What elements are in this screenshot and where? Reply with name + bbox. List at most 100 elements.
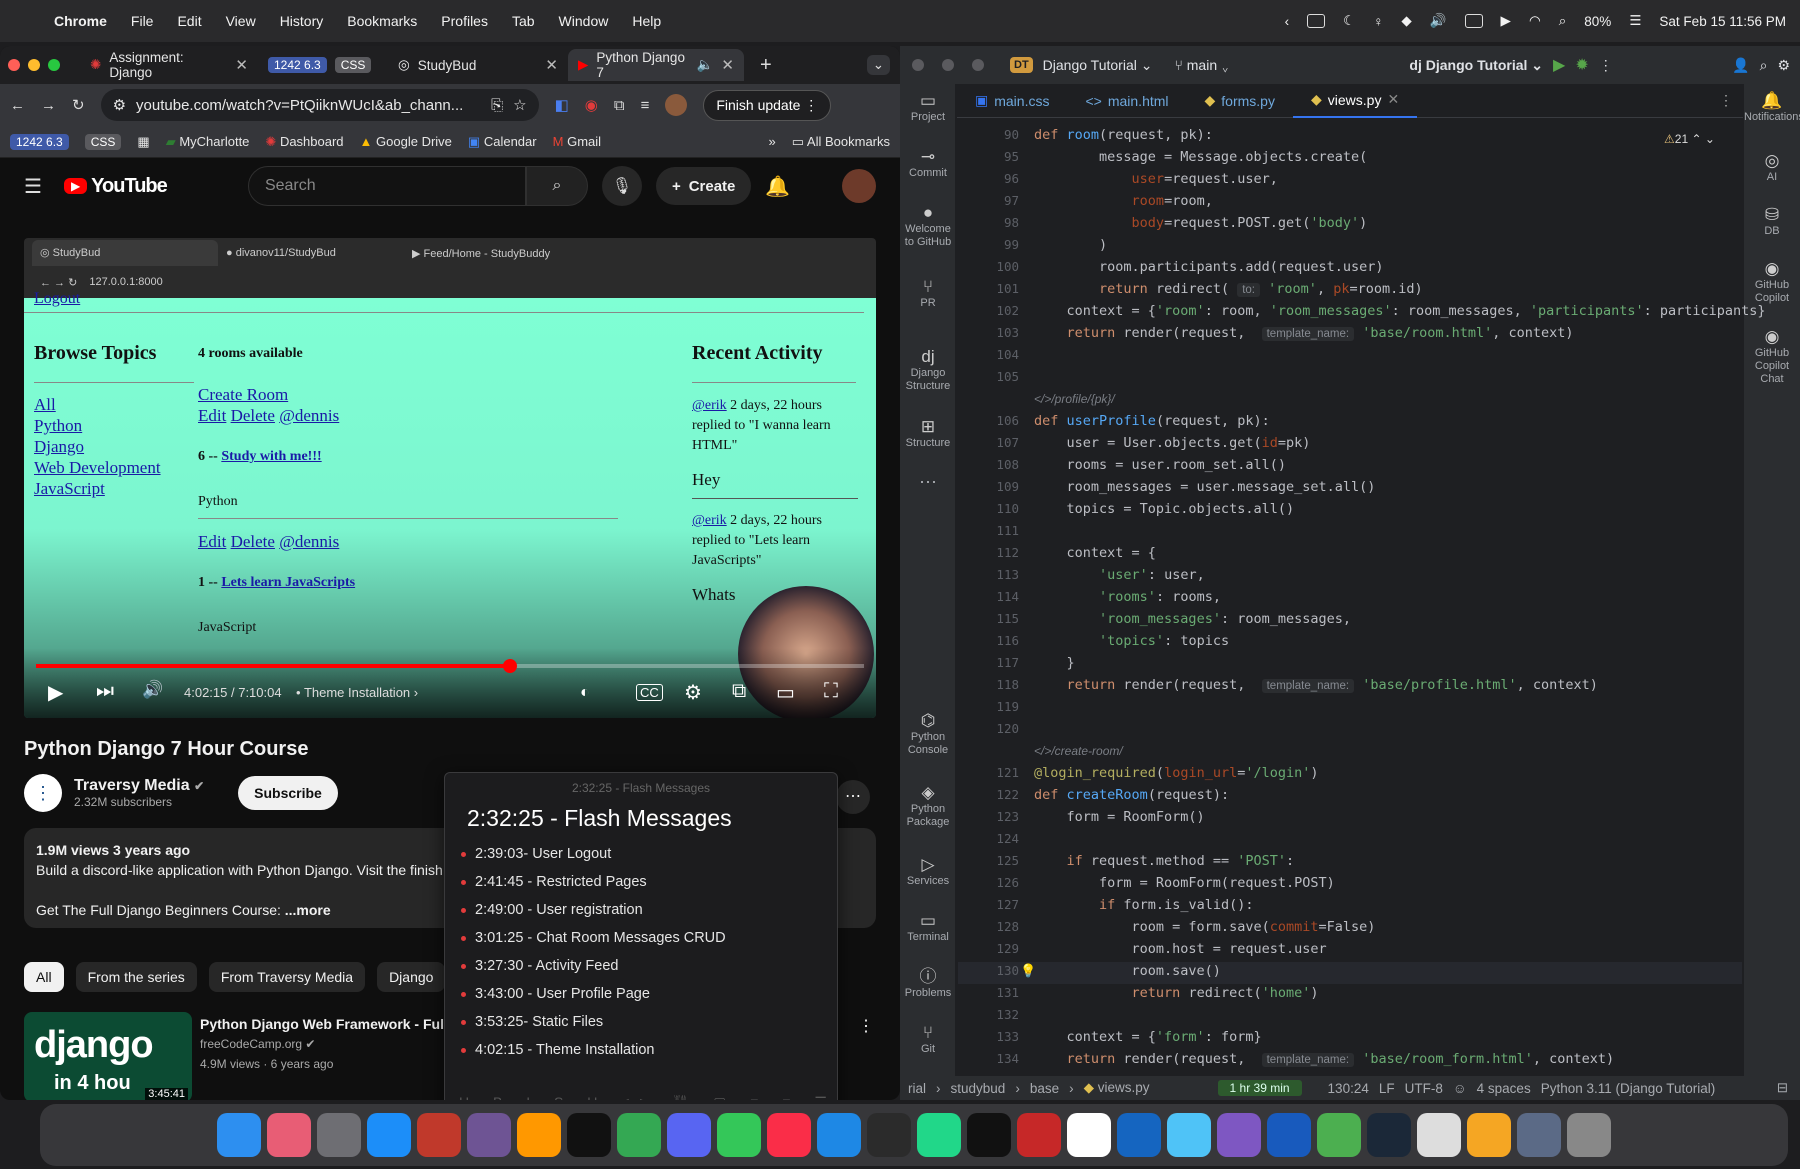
rail-github[interactable]: ● Welcome to GitHub (900, 204, 956, 249)
menu-app[interactable]: Chrome (54, 13, 107, 29)
code-line[interactable]: message = Message.objects.create( (1034, 146, 1754, 168)
wakatime-timer[interactable]: 1 hr 39 min (1217, 1080, 1302, 1096)
code-line[interactable] (1034, 696, 1754, 718)
code-line[interactable] (1034, 718, 1754, 740)
chip-all[interactable]: All (24, 962, 64, 992)
trash-icon[interactable] (1567, 1113, 1611, 1157)
bookmark-google-drive[interactable]: ▲ Google Drive (360, 134, 452, 149)
finder-icon[interactable] (217, 1113, 261, 1157)
code-line[interactable]: return render(request, template_name: 'b… (1034, 674, 1754, 696)
code-line[interactable]: ) (1034, 234, 1754, 256)
close-tab-icon[interactable]: ✕ (235, 56, 248, 74)
code-line[interactable]: 'rooms': rooms, (1034, 586, 1754, 608)
moon-icon[interactable]: ☾ (1343, 13, 1355, 29)
chapter-button[interactable]: • Theme Installation › (296, 685, 418, 700)
avatar[interactable] (842, 169, 876, 203)
battery-percent[interactable]: 80% (1584, 14, 1611, 29)
minimize-window-button[interactable] (28, 59, 40, 71)
line-separator[interactable]: LF (1379, 1081, 1395, 1096)
intention-bulb-icon[interactable]: 💡 (1020, 964, 1036, 979)
youtube-logo[interactable]: ▶ YouTube (63, 175, 234, 198)
next-icon[interactable]: ⏭ (96, 680, 114, 703)
chip-series[interactable]: From the series (75, 962, 197, 992)
webstorm-icon[interactable] (867, 1113, 911, 1157)
debug-icon[interactable]: ✹ (1575, 55, 1588, 75)
voice-search-button[interactable]: 🎙 (601, 166, 642, 206)
code-line[interactable]: context = {'room': room, 'room_messages'… (1034, 300, 1766, 322)
crumb[interactable]: rial (908, 1081, 926, 1096)
chapter-item[interactable]: 3:01:25 - Chat Room Messages CRUD (461, 924, 837, 952)
zoom-window-button[interactable] (48, 59, 60, 71)
chevron-left-icon[interactable]: ‹ (1285, 14, 1290, 29)
add-user-icon[interactable]: 👤 (1732, 57, 1749, 74)
rail-django-structure[interactable]: dj Django Structure (900, 348, 956, 393)
settings-icon[interactable]: ⚙ (684, 680, 702, 705)
tab-youtube[interactable]: ▶ Python Django 7 🔈 ✕ (568, 49, 744, 81)
terminal-icon[interactable] (967, 1113, 1011, 1157)
more-bookmarks-icon[interactable]: » (768, 134, 775, 149)
code-line[interactable] (1034, 828, 1754, 850)
run-icon[interactable]: ▶ (1553, 55, 1565, 75)
branch-selector[interactable]: ⑂ main ⌄ (1174, 57, 1229, 73)
display-icon[interactable] (1307, 14, 1326, 28)
encoding[interactable]: UTF-8 (1405, 1081, 1443, 1096)
rail-terminal[interactable]: ▭ Terminal (900, 912, 956, 944)
clock[interactable]: Sat Feb 15 11:56 PM (1659, 14, 1786, 29)
extension-2-icon[interactable]: ◉ (585, 96, 598, 114)
filezilla-icon[interactable] (1017, 1113, 1061, 1157)
code-line[interactable]: return render(request, template_name: 'b… (1034, 322, 1754, 344)
maps-icon[interactable] (1317, 1113, 1361, 1157)
copilot-status-icon[interactable]: ☺ (1453, 1081, 1467, 1096)
new-tab-icon[interactable]: + (760, 54, 772, 77)
code-line[interactable] (1034, 344, 1754, 366)
tab-views-py[interactable]: ◆ views.py ✕ (1292, 84, 1418, 118)
rail-project[interactable]: ▭ Project (900, 92, 956, 124)
tab-forms-py[interactable]: ◆ forms.py (1187, 84, 1293, 118)
sublime-icon[interactable] (517, 1113, 561, 1157)
code-line[interactable]: </>/profile/{pk}/ (1034, 388, 1754, 410)
code-line[interactable]: 'user': user, (1034, 564, 1754, 586)
rail-pr[interactable]: ⑂ PR (900, 278, 956, 310)
code-line[interactable]: context = { (1034, 542, 1754, 564)
tab-css-group[interactable]: 1242 6.3 CSS (258, 49, 388, 81)
rec-channel[interactable]: freeCodeCamp.org (200, 1037, 302, 1051)
app-store-icon[interactable] (367, 1113, 411, 1157)
close-tab-icon[interactable]: ✕ (1387, 91, 1399, 108)
xcode-icon[interactable] (1117, 1113, 1161, 1157)
files-icon[interactable] (1517, 1113, 1561, 1157)
code-line[interactable]: room.host = request.user (1034, 938, 1754, 960)
code-line[interactable]: room_messages = user.message_set.all() (1034, 476, 1754, 498)
code-line[interactable]: user=request.user, (1034, 168, 1754, 190)
code-line[interactable]: @login_required(login_url='/login') (1034, 762, 1754, 784)
tab-studybud[interactable]: ◎ StudyBud ✕ (388, 49, 568, 81)
run-config[interactable]: dj Django Tutorial ⌄ (1409, 57, 1543, 74)
close-window-button[interactable] (8, 59, 20, 71)
chip-django[interactable]: Django (377, 962, 446, 992)
code-line[interactable] (1034, 1004, 1754, 1026)
menu-help[interactable]: Help (632, 13, 661, 29)
pycharm-icon[interactable] (917, 1113, 961, 1157)
omnibox[interactable]: ⚙ youtube.com/watch?v=PtQiiknWUcI&ab_cha… (100, 89, 539, 121)
volume-icon[interactable]: 🔊 (142, 680, 163, 700)
finish-update-button[interactable]: Finish update ⋮ (703, 89, 832, 121)
chatgpt-icon[interactable] (567, 1113, 611, 1157)
reload-icon[interactable]: ↻ (72, 96, 85, 114)
rail-services[interactable]: ▷ Services (900, 856, 956, 888)
menu-tab[interactable]: Tab (512, 13, 535, 29)
code-line[interactable]: if form.is_valid(): (1034, 894, 1754, 916)
obsidian-icon[interactable] (1217, 1113, 1261, 1157)
rail-notifications[interactable]: 🔔 Notifications (1744, 92, 1800, 124)
tab-main-html[interactable]: <> main.html (1067, 84, 1186, 118)
search-icon[interactable]: ⌕ (1760, 57, 1768, 74)
autoplay-toggle[interactable]: ◐ (580, 684, 590, 702)
code-line[interactable]: body=request.POST.get('body') (1034, 212, 1754, 234)
menu-profiles[interactable]: Profiles (441, 13, 488, 29)
launchpad-icon[interactable] (267, 1113, 311, 1157)
rec-title[interactable]: Python Django Web Framework - Full C (200, 1014, 462, 1034)
weather-icon[interactable] (1167, 1113, 1211, 1157)
url-text[interactable]: youtube.com/watch?v=PtQiiknWUcI&ab_chann… (136, 97, 481, 114)
code-line[interactable]: return redirect( to: 'room', pk=room.id) (1034, 278, 1754, 300)
simulator-icon[interactable] (1067, 1113, 1111, 1157)
roblox-icon[interactable] (1417, 1113, 1461, 1157)
raycast-icon[interactable] (417, 1113, 461, 1157)
